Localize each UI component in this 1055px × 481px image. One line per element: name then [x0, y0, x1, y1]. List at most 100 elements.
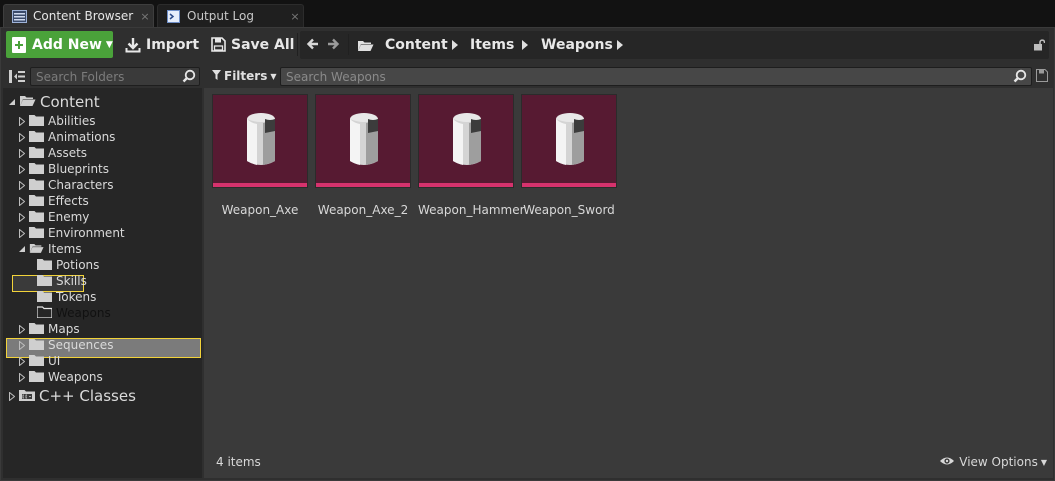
import-icon	[125, 37, 141, 53]
content-browser-icon	[12, 9, 27, 23]
collapsed-arrow-icon[interactable]	[17, 228, 26, 238]
asset-tile[interactable]: Weapon_Sword	[521, 94, 617, 217]
collapsed-arrow-icon[interactable]	[17, 180, 26, 190]
close-icon[interactable]: ×	[137, 10, 153, 23]
collapsed-arrow-icon[interactable]	[17, 164, 26, 174]
breadcrumb-separator-icon[interactable]	[522, 40, 528, 50]
collapsed-arrow-icon[interactable]	[17, 324, 26, 334]
tree-folder-items-weapons[interactable]: Weapons	[36, 305, 111, 321]
asset-type-bar	[316, 183, 410, 187]
save-all-button[interactable]: Save All	[210, 31, 294, 58]
collapsed-arrow-icon[interactable]	[17, 132, 26, 142]
back-arrow-icon[interactable]	[306, 37, 320, 55]
tree-label: Weapons	[56, 306, 111, 320]
chevron-down-icon: ▼	[105, 39, 113, 50]
unlock-icon[interactable]	[1033, 39, 1046, 51]
tree-folder-enemy[interactable]: Enemy	[17, 209, 89, 225]
tree-folder-environment[interactable]: Environment	[17, 225, 125, 241]
folder-icon	[29, 194, 44, 209]
sources-panel-toggle-icon[interactable]	[9, 70, 25, 83]
save-search-icon[interactable]	[1036, 69, 1048, 82]
tab-bar: Content Browser × Output Log ×	[0, 0, 1055, 27]
collapsed-arrow-icon[interactable]	[17, 116, 26, 126]
folder-icon	[29, 226, 44, 241]
import-label: Import	[146, 36, 200, 53]
tree-folder-skills[interactable]: Skills	[37, 273, 87, 289]
tree-label: UI	[48, 354, 61, 368]
collapsed-arrow-icon[interactable]	[17, 148, 26, 158]
expanded-arrow-icon[interactable]	[17, 245, 26, 253]
asset-tile[interactable]: Weapon_Axe	[212, 94, 308, 217]
search-folders-input[interactable]: Search Folders	[30, 67, 200, 86]
tree-label: Blueprints	[48, 162, 110, 176]
asset-view-panel: Filters ▼ Search Weapons Weapon_Axe Weap…	[204, 64, 1053, 478]
asset-tile[interactable]: Weapon_Hammer	[418, 94, 525, 217]
content-browser-window: Add New ▼ Import Save All Content Items …	[0, 27, 1055, 481]
tree-label: Items	[48, 242, 82, 256]
add-new-label: Add New	[32, 36, 102, 53]
tree-root-cpp-classes[interactable]: C++ Classes	[7, 387, 136, 405]
tree-folder-characters[interactable]: Characters	[17, 177, 114, 193]
folder-tree-panel: Search Folders Content Abilities Animati…	[3, 64, 202, 478]
asset-type-bar	[213, 183, 307, 187]
tree-label: Maps	[48, 322, 80, 336]
expanded-arrow-icon[interactable]	[7, 98, 16, 106]
view-options-button[interactable]: View Options ▼	[939, 455, 1047, 469]
asset-thumbnail[interactable]	[418, 94, 514, 188]
folder-icon	[37, 274, 52, 289]
forward-arrow-icon[interactable]	[326, 37, 340, 55]
import-button[interactable]: Import	[125, 31, 199, 58]
close-icon[interactable]: ×	[287, 10, 303, 23]
filter-icon	[212, 69, 221, 83]
tab-output-log[interactable]: Output Log ×	[157, 4, 304, 27]
tree-folder-tokens[interactable]: Tokens	[37, 289, 96, 305]
item-count: 4 items	[216, 455, 261, 469]
asset-view-header: Filters ▼ Search Weapons	[204, 64, 1053, 88]
collapsed-arrow-icon[interactable]	[17, 212, 26, 222]
asset-type-bar	[419, 183, 513, 187]
tree-folder-blueprints[interactable]: Blueprints	[17, 161, 109, 177]
search-weapons-input[interactable]: Search Weapons	[280, 67, 1032, 86]
tree-label: Potions	[56, 258, 100, 272]
asset-thumbnail[interactable]	[315, 94, 411, 188]
tree-label: Characters	[48, 178, 114, 192]
add-new-button[interactable]: Add New ▼	[6, 31, 113, 58]
tree-folder-weapons[interactable]: Weapons	[17, 369, 103, 385]
collapsed-arrow-icon[interactable]	[17, 356, 26, 366]
save-icon	[210, 37, 226, 53]
chevron-down-icon: ▼	[1040, 457, 1047, 467]
filters-button[interactable]: Filters ▼	[212, 69, 277, 83]
tree-folder-items[interactable]: Items	[17, 241, 82, 257]
breadcrumb-separator-icon[interactable]	[452, 40, 458, 50]
tab-label: Content Browser	[33, 9, 134, 23]
add-file-icon	[12, 36, 26, 53]
breadcrumb-separator-icon[interactable]	[617, 40, 623, 50]
collapsed-arrow-icon[interactable]	[17, 372, 26, 382]
breadcrumb-weapons[interactable]: Weapons	[541, 37, 613, 53]
tree-folder-abilities[interactable]: Abilities	[17, 113, 96, 129]
asset-type-bar	[522, 183, 616, 187]
collapsed-arrow-icon[interactable]	[17, 196, 26, 206]
tree-folder-maps[interactable]: Maps	[17, 321, 80, 337]
static-mesh-icon	[453, 113, 481, 165]
collapsed-arrow-icon[interactable]	[7, 391, 16, 401]
asset-thumbnail[interactable]	[521, 94, 617, 188]
static-mesh-icon	[556, 113, 584, 165]
tree-root-content[interactable]: Content	[7, 93, 100, 111]
breadcrumb-items[interactable]: Items	[470, 37, 514, 53]
tree-folder-potions[interactable]: Potions	[37, 257, 99, 273]
tree-folder-effects[interactable]: Effects	[17, 193, 89, 209]
folder-open-icon	[29, 242, 44, 257]
asset-thumbnail[interactable]	[212, 94, 308, 188]
breadcrumb-content[interactable]: Content	[385, 37, 448, 53]
tree-folder-sequences[interactable]: Sequences	[17, 337, 113, 353]
tree-folder-assets[interactable]: Assets	[17, 145, 87, 161]
output-log-icon	[166, 9, 181, 23]
search-icon	[1013, 69, 1027, 86]
collapsed-arrow-icon[interactable]	[17, 340, 26, 350]
tab-content-browser[interactable]: Content Browser ×	[3, 4, 154, 27]
tree-folder-animations[interactable]: Animations	[17, 129, 115, 145]
asset-tile[interactable]: Weapon_Axe_2	[315, 94, 411, 217]
tree-folder-ui[interactable]: UI	[17, 353, 60, 369]
eye-icon	[939, 455, 955, 469]
